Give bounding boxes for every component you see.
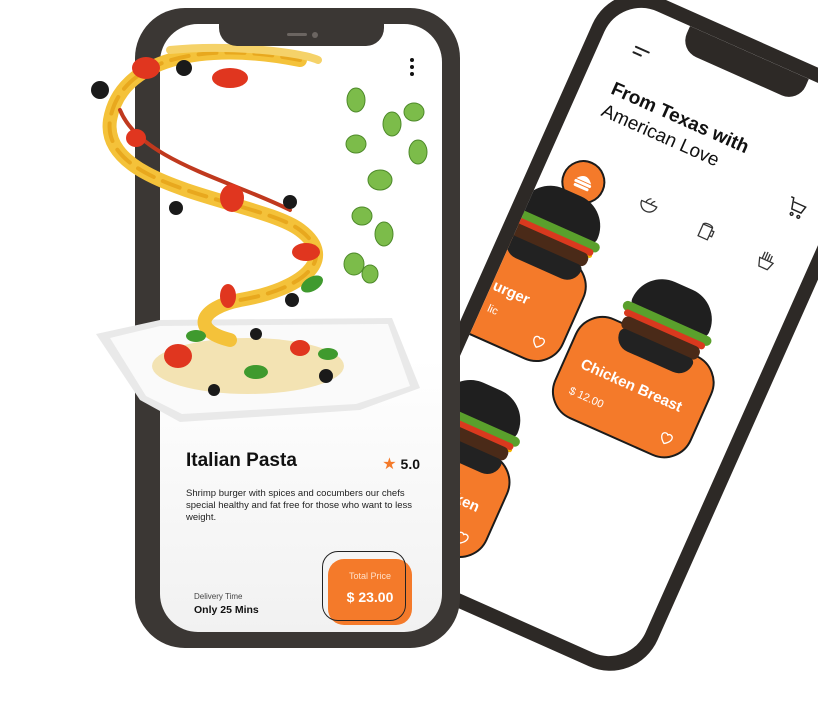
rating: ★ 5.0 [382,454,420,474]
menu-icon[interactable] [631,45,651,62]
total-price-button[interactable]: Total Price $ 23.00 [322,551,412,625]
rating-value: 5.0 [400,456,420,472]
front-phone-screen: Italian Pasta ★ 5.0 Shrimp burger with s… [160,24,442,632]
fries-category-icon[interactable] [752,246,781,275]
dish-description: Shrimp burger with spices and cocumbers … [186,488,413,523]
phone-notch [219,24,384,46]
food-card-title: urger [490,277,533,309]
salad-category-icon[interactable] [635,189,664,218]
heart-icon[interactable] [528,331,549,352]
phone-notch [679,26,809,103]
price-value: $ 23.00 [346,589,394,605]
dish-title: Italian Pasta [186,450,297,471]
price-label: Total Price [348,571,392,581]
food-card-price: $ 12.00 [566,384,606,411]
heart-icon[interactable] [656,427,677,448]
food-card-subtitle: lic [485,302,500,318]
delivery-value: Only 25 Mins [194,604,259,616]
delivery-info: Delivery Time Only 25 Mins [194,592,259,616]
star-icon: ★ [382,456,397,473]
drink-category-icon[interactable] [692,217,721,246]
more-vertical-icon[interactable] [410,58,414,79]
delivery-label: Delivery Time [194,592,243,601]
front-phone: Italian Pasta ★ 5.0 Shrimp burger with s… [135,8,460,648]
